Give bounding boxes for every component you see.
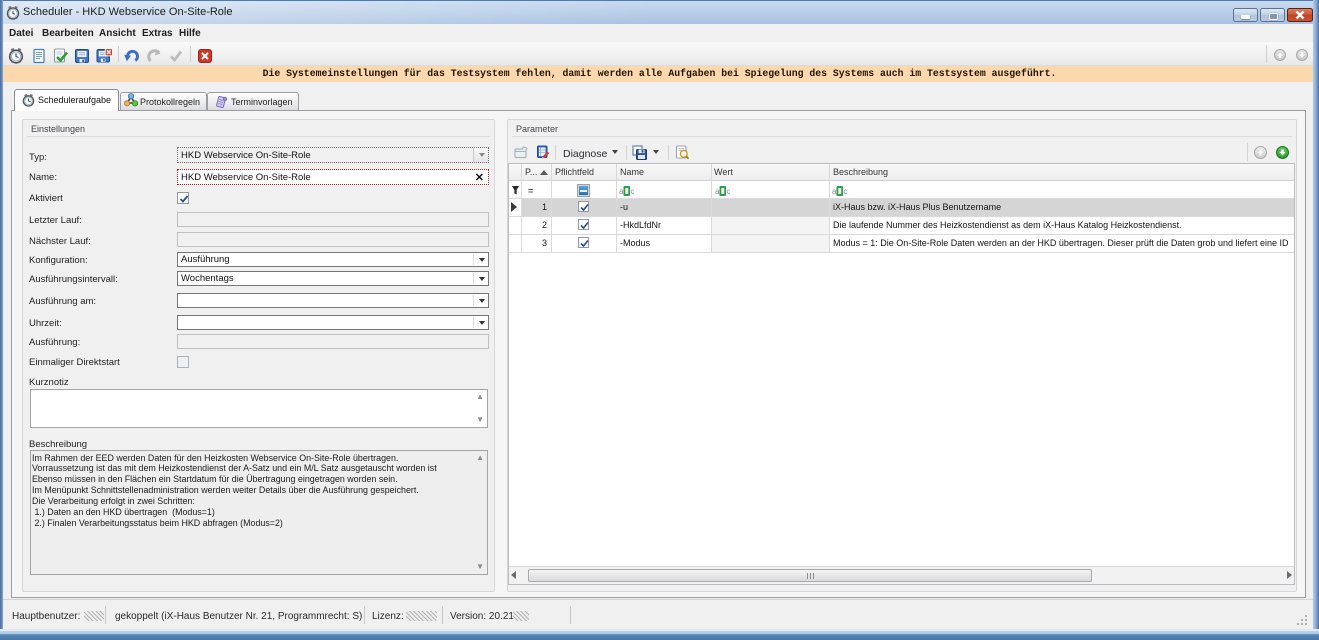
svg-text:a: a — [715, 187, 720, 196]
svg-text:c: c — [727, 187, 731, 196]
svg-text:a: a — [619, 187, 624, 196]
svg-text:a: a — [832, 187, 837, 196]
svg-text:c: c — [631, 187, 635, 196]
svg-text:c: c — [844, 187, 848, 196]
